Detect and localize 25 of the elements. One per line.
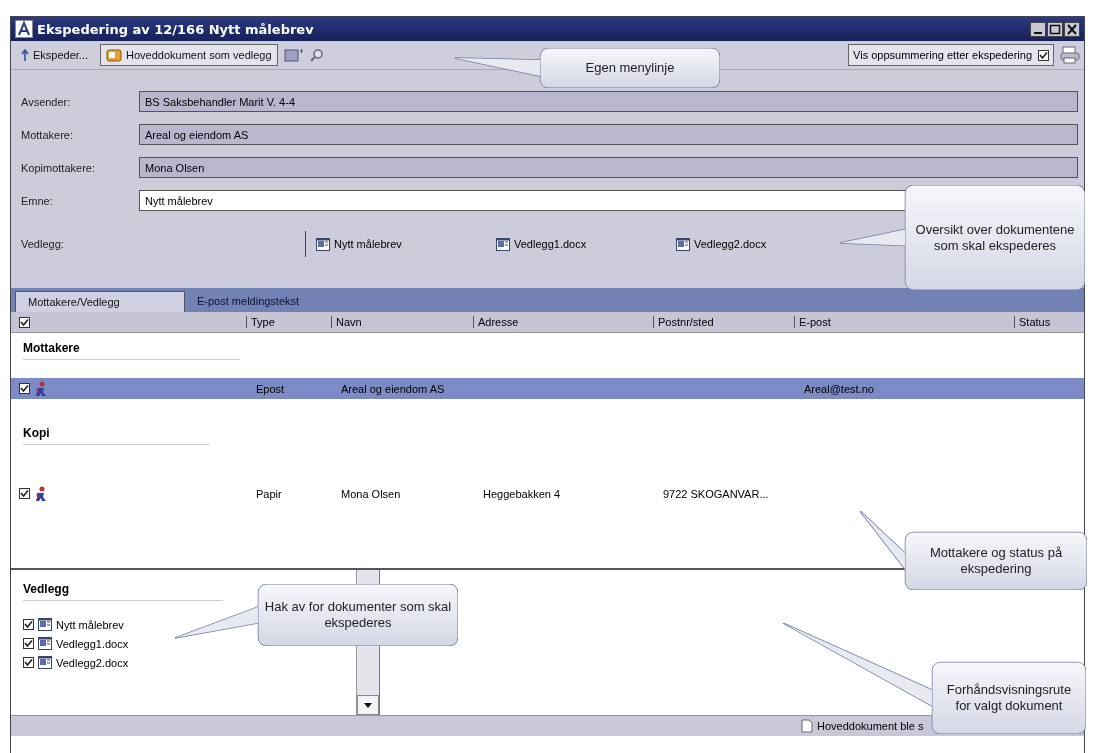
window-title: Ekspedering av 12/166 Nytt målebrev xyxy=(37,21,315,37)
table-cell-text: Heggebakken 4 xyxy=(482,487,562,500)
recipient-field: Areal og eiendom AS xyxy=(139,124,1078,145)
field-label: Kopimottakere: xyxy=(21,161,96,174)
table-cell-text: Areal@test.no xyxy=(803,382,875,395)
callout-tooltip: Hak av for dokumenter som skal ekspederes xyxy=(175,584,458,646)
group-title: Mottakere xyxy=(23,336,240,360)
callout-tooltip: Mottakere og status på ekspedering xyxy=(860,511,1087,590)
panel-title: Vedlegg xyxy=(23,582,223,601)
status-text: Hoveddokument ble s xyxy=(817,720,924,732)
callout-tooltip: Oversikt over dokumentene som skal ekspederes xyxy=(840,185,1085,290)
recipient-field: Mona Olsen xyxy=(139,157,1078,178)
table-cell-text: Mona Olsen xyxy=(340,487,402,500)
field-label: Vedlegg: xyxy=(21,238,65,250)
callout-tooltip: Egen menylinje xyxy=(455,48,720,88)
field-label: Emne: xyxy=(21,194,54,207)
table-cell-text: Papir xyxy=(255,487,283,500)
table-cell-text: Areal og eiendom AS xyxy=(340,382,446,395)
table-cell-text: Epost xyxy=(255,382,286,395)
field-label: Mottakere: xyxy=(21,128,74,141)
table-cell-text: 9722 SKOGANVAR... xyxy=(662,487,770,500)
group-title: Kopi xyxy=(23,421,210,445)
option-label: Vis oppsummering etter ekspedering xyxy=(853,49,1032,61)
field-label: Avsender: xyxy=(21,95,72,108)
recipient-field: BS Saksbehandler Marit V. 4-4 xyxy=(139,91,1078,112)
